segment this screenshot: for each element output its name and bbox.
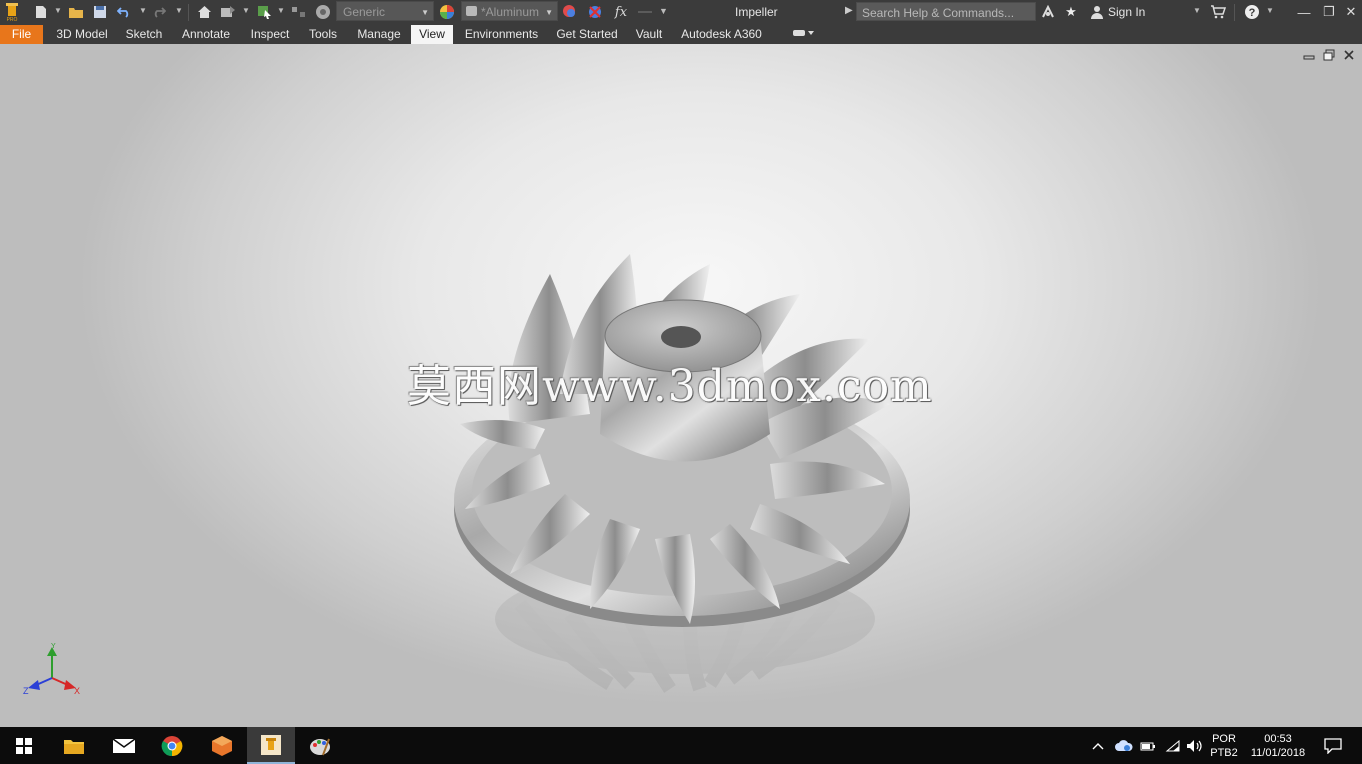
mail-icon[interactable] <box>100 727 148 764</box>
new-file-icon[interactable] <box>33 3 49 21</box>
wifi-icon[interactable] <box>1164 727 1182 764</box>
viewport-window-controls <box>1302 49 1356 61</box>
caret-right-icon[interactable]: ▶ <box>845 5 853 16</box>
undo-icon[interactable] <box>116 3 132 21</box>
ribbon-tabs: File 3D Model Sketch Annotate Inspect To… <box>0 25 1362 44</box>
chevron-down-icon: ▼ <box>421 8 429 17</box>
triad-x-label: X <box>74 686 80 696</box>
sign-in-link[interactable]: Sign In <box>1108 5 1145 19</box>
viewport-minimize-icon[interactable] <box>1302 49 1316 61</box>
tab-view[interactable]: View <box>411 25 453 44</box>
separator <box>188 4 189 21</box>
tab-3d-model[interactable]: 3D Model <box>49 25 115 44</box>
input-language-indicator[interactable]: POR PTB2 <box>1208 732 1240 760</box>
ribbon-display-toggle-icon[interactable] <box>788 25 818 44</box>
cart-icon[interactable] <box>1209 3 1227 21</box>
user-icon[interactable] <box>1089 3 1105 21</box>
view-triad[interactable]: Y X Z <box>18 642 88 702</box>
undo-dropdown-icon[interactable]: ▼ <box>139 6 147 15</box>
account-dropdown-icon[interactable]: ▼ <box>1193 6 1201 15</box>
iproperties-icon[interactable] <box>636 3 654 21</box>
cloud-sync-icon[interactable] <box>1114 727 1134 764</box>
window-restore-button[interactable]: ❐ <box>1320 3 1338 21</box>
window-minimize-button[interactable]: — <box>1295 3 1313 21</box>
chevron-down-icon: ▼ <box>545 8 553 17</box>
home-icon[interactable] <box>195 3 213 21</box>
color-override-icon[interactable] <box>438 3 456 21</box>
help-dropdown-icon[interactable]: ▼ <box>1266 6 1274 15</box>
adjust-appearance-icon[interactable] <box>561 3 579 21</box>
tab-autodesk-a360[interactable]: Autodesk A360 <box>676 25 767 44</box>
package-app-icon[interactable] <box>198 727 246 764</box>
chevron-up-icon[interactable] <box>1091 727 1105 764</box>
window-close-button[interactable]: ✕ <box>1342 3 1360 21</box>
customize-quick-access-icon[interactable]: ▼ <box>659 6 668 16</box>
keyboard-layout-code: PTB2 <box>1210 747 1238 759</box>
search-placeholder: Search Help & Commands... <box>862 6 1015 20</box>
search-help-input[interactable]: Search Help & Commands... <box>856 2 1036 21</box>
volume-icon[interactable] <box>1185 727 1203 764</box>
language-code: POR <box>1212 733 1236 745</box>
file-explorer-icon[interactable] <box>50 727 98 764</box>
tab-get-started[interactable]: Get Started <box>552 25 622 44</box>
tab-sketch[interactable]: Sketch <box>121 25 167 44</box>
document-title: Impeller <box>735 5 778 19</box>
viewport-close-icon[interactable] <box>1342 49 1356 61</box>
svg-text:?: ? <box>1249 7 1256 19</box>
parameters-button[interactable]: fx <box>611 3 631 21</box>
impeller-model[interactable] <box>440 224 930 694</box>
inventor-logo-icon[interactable]: PRO <box>3 2 21 22</box>
title-bar: PRO ▼ ▼ ▼ ▼ ▼ Generic ▼ *Aluminum ▼ fx ▼… <box>0 0 1362 25</box>
return-dropdown-icon[interactable]: ▼ <box>242 6 250 15</box>
clock[interactable]: 00:53 11/01/2018 <box>1246 732 1310 760</box>
open-folder-icon[interactable] <box>67 3 85 21</box>
tab-inspect[interactable]: Inspect <box>245 25 295 44</box>
favorites-star-icon[interactable]: ★ <box>1063 3 1079 21</box>
tab-file[interactable]: File <box>0 25 43 44</box>
display-settings-icon[interactable] <box>314 3 332 21</box>
appearance-style-value: Generic <box>343 5 386 19</box>
svg-text:PRO: PRO <box>7 17 18 22</box>
battery-icon[interactable] <box>1139 727 1157 764</box>
triad-z-label: Z <box>23 686 29 696</box>
new-dropdown-icon[interactable]: ▼ <box>54 6 62 15</box>
tab-annotate[interactable]: Annotate <box>175 25 237 44</box>
chrome-icon[interactable] <box>148 727 196 764</box>
windows-start-icon[interactable] <box>0 727 48 764</box>
action-center-icon[interactable] <box>1322 727 1344 764</box>
tab-manage[interactable]: Manage <box>351 25 407 44</box>
graphics-viewport[interactable]: 莫西网www.3dmox.com Y X Z <box>0 44 1362 727</box>
inventor-taskbar-icon[interactable] <box>247 727 295 764</box>
paint-app-icon[interactable] <box>296 727 344 764</box>
tab-tools[interactable]: Tools <box>303 25 343 44</box>
clear-appearance-icon[interactable] <box>586 3 604 21</box>
appearance-style-select[interactable]: Generic ▼ <box>336 1 434 21</box>
material-select[interactable]: *Aluminum ▼ <box>461 1 558 21</box>
separator <box>1234 4 1235 21</box>
clock-date: 11/01/2018 <box>1250 747 1306 759</box>
select-dropdown-icon[interactable]: ▼ <box>277 6 285 15</box>
triad-y-label: Y <box>51 643 56 650</box>
viewport-restore-icon[interactable] <box>1322 49 1336 61</box>
return-icon[interactable] <box>219 3 237 21</box>
redo-icon[interactable] <box>151 3 167 21</box>
measure-icon[interactable] <box>290 3 308 21</box>
windows-taskbar: POR PTB2 00:53 11/01/2018 <box>0 727 1362 764</box>
tab-environments[interactable]: Environments <box>459 25 544 44</box>
select-icon[interactable] <box>256 3 274 21</box>
help-icon[interactable]: ? <box>1243 3 1261 21</box>
clock-time: 00:53 <box>1264 733 1292 745</box>
save-icon[interactable] <box>92 3 108 21</box>
watermark-text: 莫西网www.3dmox.com <box>407 361 933 412</box>
material-sphere-icon <box>466 6 477 16</box>
binoculars-icon[interactable] <box>1040 3 1056 21</box>
material-value: *Aluminum <box>481 5 540 19</box>
tab-vault[interactable]: Vault <box>630 25 668 44</box>
redo-dropdown-icon[interactable]: ▼ <box>175 6 183 15</box>
